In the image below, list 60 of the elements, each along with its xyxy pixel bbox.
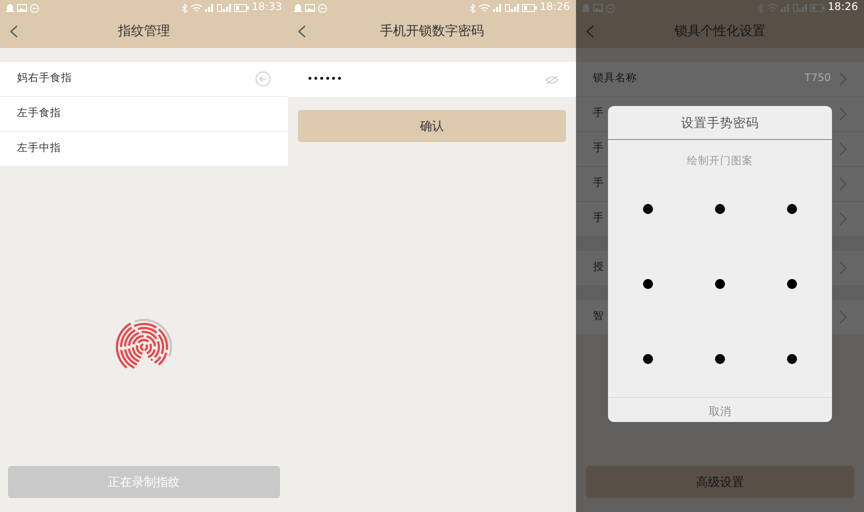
item-value: T750: [804, 71, 831, 86]
pattern-dot[interactable]: [643, 279, 653, 289]
image-icon: [593, 4, 603, 12]
item-label: 授: [593, 260, 605, 276]
circle-icon: [30, 4, 39, 12]
battery-icon: [522, 4, 537, 12]
fingerprint-item[interactable]: 妈右手食指: [0, 62, 288, 97]
finger-label: 左手中指: [17, 141, 62, 156]
item-label: 手: [593, 141, 605, 156]
password-field[interactable]: ••••••: [305, 71, 545, 88]
signal-icon: [780, 4, 790, 12]
notification-icon: [6, 4, 14, 12]
back-icon[interactable]: [298, 25, 306, 38]
wifi-icon: [766, 4, 778, 12]
confirm-button[interactable]: 确认: [298, 110, 566, 142]
finger-label: 妈右手食指: [17, 71, 73, 86]
pattern-dot[interactable]: [787, 354, 797, 364]
fingerprint-item[interactable]: 左手食指: [0, 97, 288, 132]
pattern-dot[interactable]: [787, 279, 797, 289]
item-label: 锁具名称: [593, 71, 638, 86]
screen-title: 指纹管理: [117, 23, 171, 42]
bluetooth-icon: [182, 4, 188, 12]
pattern-dot[interactable]: [643, 354, 653, 364]
item-label: 手: [593, 211, 605, 226]
signal-icon: [216, 4, 231, 12]
pattern-dot[interactable]: [715, 204, 725, 214]
pattern-dot[interactable]: [643, 204, 653, 214]
signal-icon: [492, 4, 502, 12]
wifi-icon: [478, 4, 490, 12]
bluetooth-icon: [470, 4, 476, 12]
password-row[interactable]: ••••••: [288, 62, 576, 97]
item-label: 手: [593, 176, 605, 192]
dialog-hint: 绘制开门图案: [686, 154, 754, 169]
battery-icon: [234, 4, 249, 12]
back-icon[interactable]: [10, 25, 18, 38]
status-time: 18:26: [540, 0, 570, 16]
status-time: 18:26: [828, 0, 858, 16]
status-time: 18:33: [252, 0, 282, 16]
signal-icon: [504, 4, 519, 12]
signal-icon: [204, 4, 214, 12]
screen-title: 锁具个性化设置: [674, 23, 766, 42]
signal-icon: [792, 4, 807, 12]
wifi-icon: [190, 4, 202, 12]
screen-title: 手机开锁数字密码: [379, 23, 485, 42]
pattern-dot[interactable]: [715, 279, 725, 289]
image-icon: [305, 4, 315, 12]
battery-icon: [810, 4, 825, 12]
image-icon: [17, 4, 27, 12]
notification-icon: [582, 4, 590, 12]
fingerprint-item[interactable]: 左手中指: [0, 132, 288, 167]
finger-label: 左手食指: [17, 106, 62, 122]
pattern-dot[interactable]: [715, 354, 725, 364]
pattern-dot[interactable]: [787, 204, 797, 214]
item-label: 智: [593, 309, 605, 324]
item-label: 手: [593, 106, 605, 122]
dialog-title: 设置手势密码: [608, 106, 832, 140]
bluetooth-icon: [758, 4, 764, 12]
circle-icon: [318, 4, 327, 12]
notification-icon: [294, 4, 302, 12]
circle-icon: [606, 4, 615, 12]
